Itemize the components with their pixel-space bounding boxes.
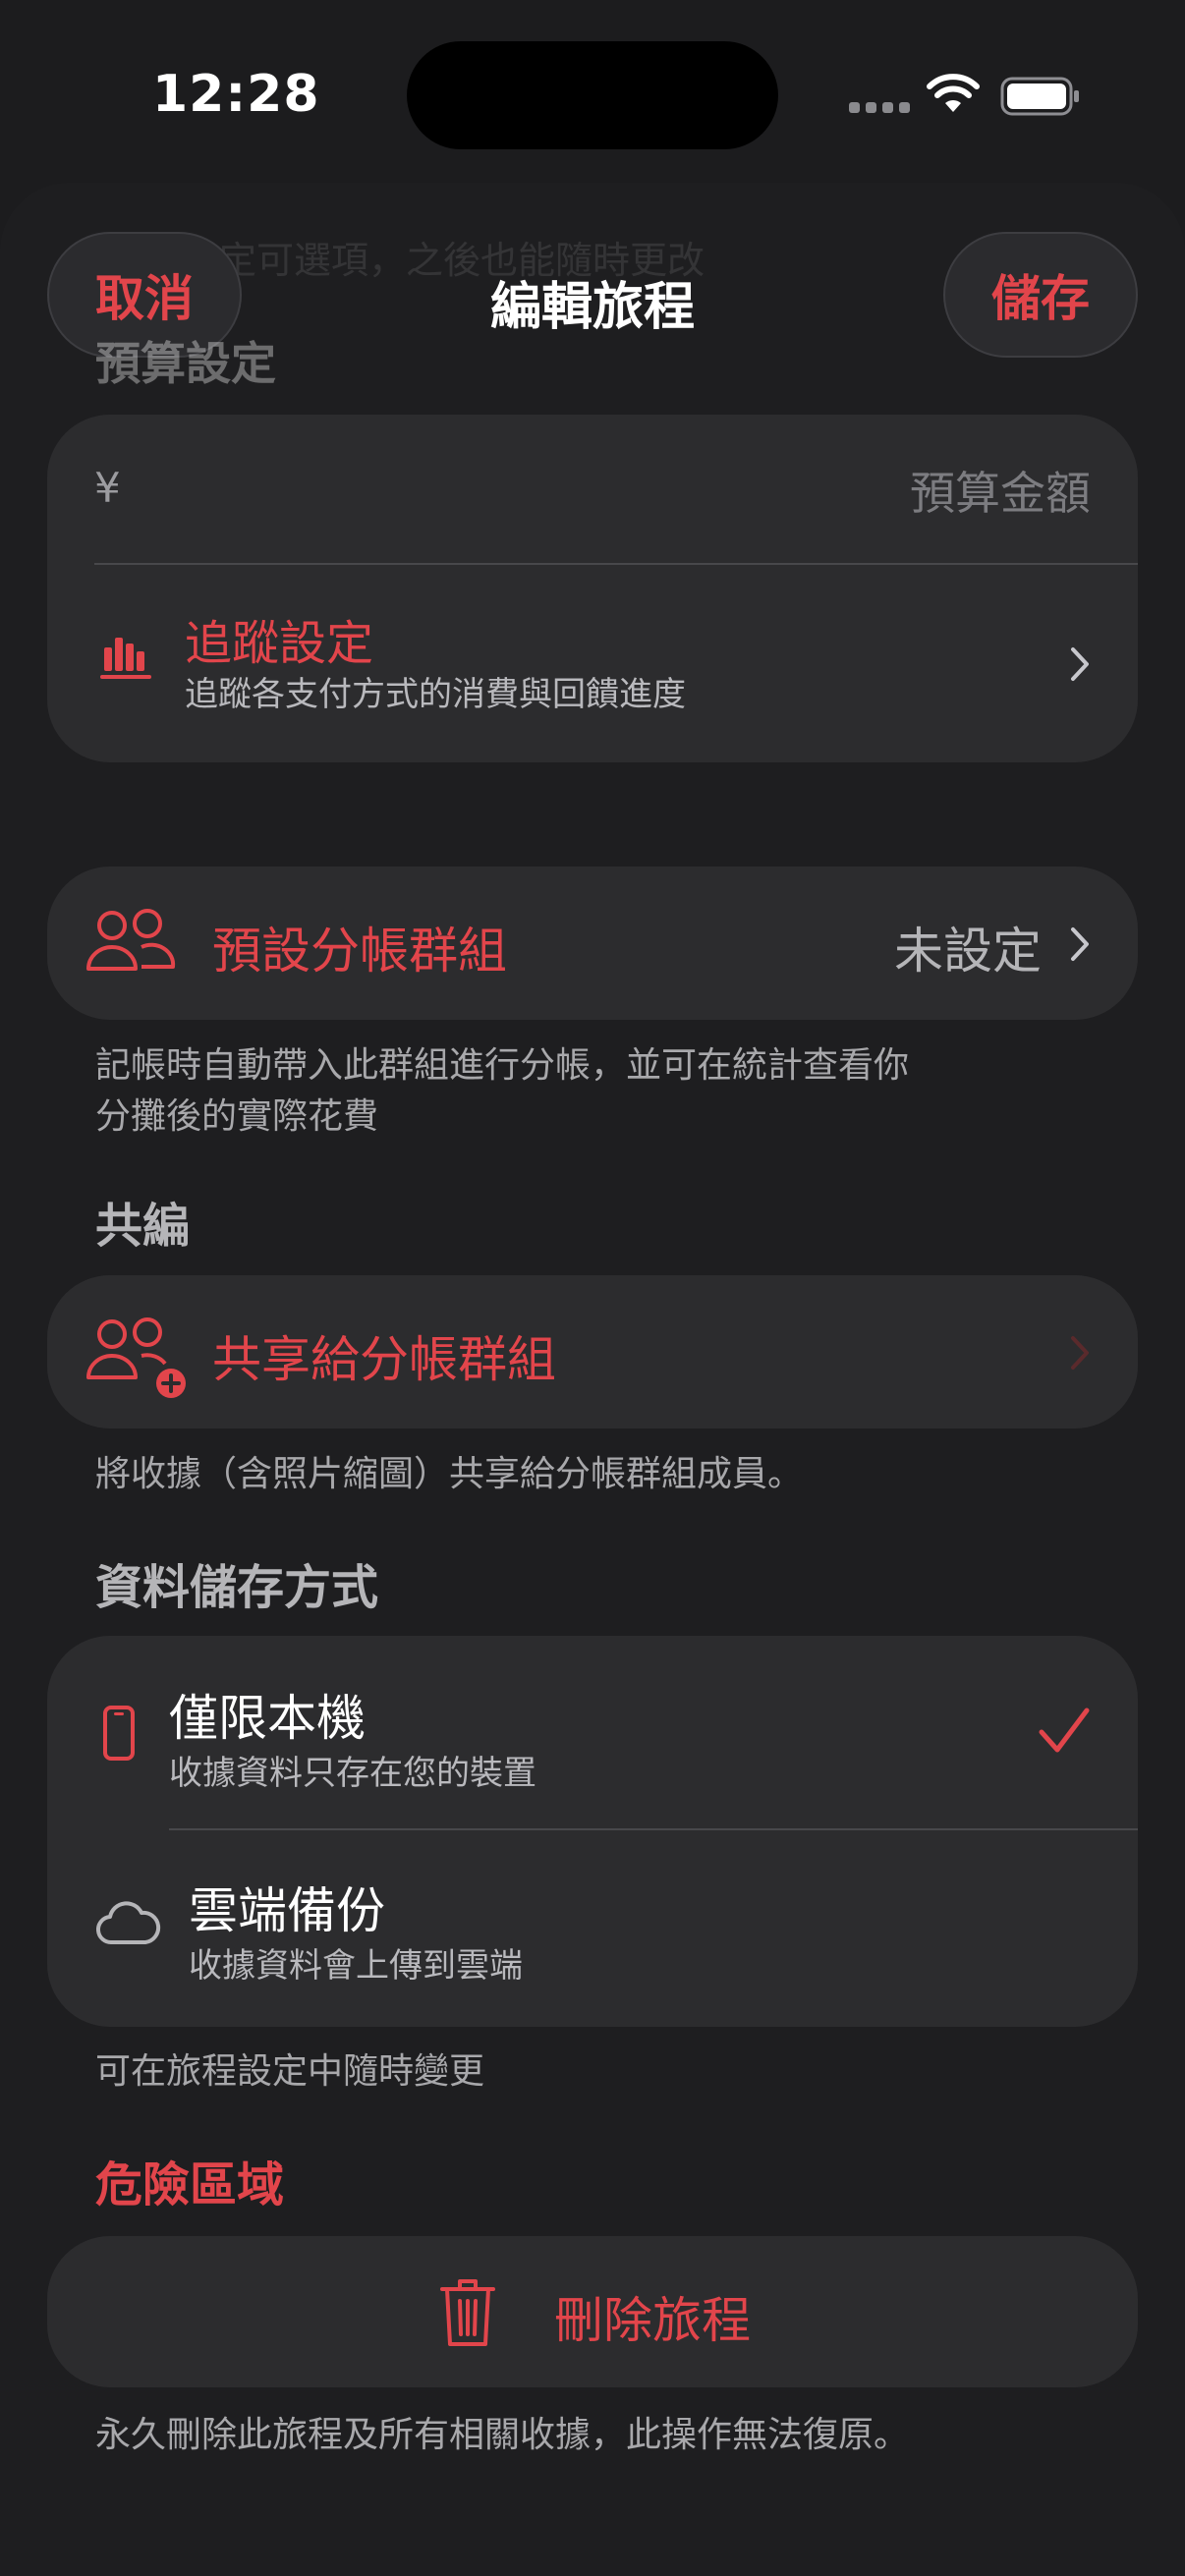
share-footnote: 將收據（含照片縮圖）共享給分帳群組成員。 (95, 1454, 804, 1494)
save-button[interactable]: 儲存 (943, 232, 1138, 358)
currency-symbol: ¥ (94, 464, 121, 512)
tracking-settings-title: 追蹤設定 (185, 616, 374, 671)
share-to-group-row[interactable]: 共享給分帳群組 (47, 1275, 1138, 1428)
chevron-right-icon (1071, 1336, 1089, 1370)
checkmark-icon (1039, 1708, 1090, 1753)
storage-option-title: 僅限本機 (169, 1690, 366, 1747)
storage-option-title: 雲端備份 (189, 1882, 385, 1939)
delete-footnote: 永久刪除此旅程及所有相關收據，此操作無法復原。 (95, 2415, 910, 2455)
people-add-icon (86, 1317, 186, 1398)
battery-icon (1000, 77, 1079, 116)
danger-section-title: 危險區域 (95, 2157, 285, 2212)
storage-option-cloud[interactable]: 雲端備份 收據資料會上傳到雲端 (47, 1830, 1138, 2027)
trash-icon (440, 2279, 495, 2346)
storage-option-subtitle: 收據資料會上傳到雲端 (189, 1946, 523, 1986)
split-group-footnote-line1: 記帳時自動帶入此群組進行分帳，並可在統計查看你 (95, 1045, 910, 1086)
split-group-footnote-line2: 分攤後的實際花費 (95, 1096, 379, 1137)
people-icon (86, 909, 176, 971)
screen: 12:28 設定可選項，之後也能隨時更改 取消 編輯旅程 儲存 預算設定 ¥ 預… (0, 0, 1185, 2576)
chevron-right-icon (1071, 647, 1089, 681)
storage-section-title: 資料儲存方式 (95, 1560, 379, 1615)
budget-card: ¥ 預算金額 追蹤設定 追蹤各支付方式的消費與回饋進度 (47, 415, 1138, 762)
delete-trip-label: 刪除旅程 (554, 2292, 751, 2349)
storage-footnote: 可在旅程設定中隨時變更 (95, 2051, 485, 2092)
bar-chart-icon (100, 638, 151, 679)
default-split-group-label: 預設分帳群組 (212, 923, 507, 980)
cloud-icon (96, 1901, 161, 1945)
delete-trip-button[interactable]: 刪除旅程 (47, 2236, 1138, 2387)
wifi-icon (927, 74, 980, 112)
status-time: 12:28 (152, 65, 320, 124)
tracking-settings-subtitle: 追蹤各支付方式的消費與回饋進度 (185, 675, 686, 714)
tracking-settings-row[interactable]: 追蹤設定 追蹤各支付方式的消費與回饋進度 (47, 565, 1138, 762)
default-split-group-value: 未設定 (894, 923, 1042, 980)
dynamic-island (407, 41, 778, 149)
storage-option-subtitle: 收據資料只存在您的裝置 (169, 1754, 536, 1793)
budget-amount-input[interactable]: 預算金額 (195, 444, 1091, 542)
storage-option-local[interactable]: 僅限本機 收據資料只存在您的裝置 (47, 1636, 1138, 1828)
storage-card: 僅限本機 收據資料只存在您的裝置 雲端備份 收據資料會上傳到雲端 (47, 1636, 1138, 2027)
share-to-group-label: 共享給分帳群組 (212, 1331, 556, 1388)
co-edit-section-title: 共編 (95, 1199, 191, 1254)
phone-icon (103, 1706, 135, 1761)
default-split-group-row[interactable]: 預設分帳群組 未設定 (47, 867, 1138, 1020)
budget-section-title: 預算設定 (95, 337, 276, 390)
chevron-right-icon (1071, 927, 1089, 961)
cellular-signal-icon (849, 102, 910, 113)
